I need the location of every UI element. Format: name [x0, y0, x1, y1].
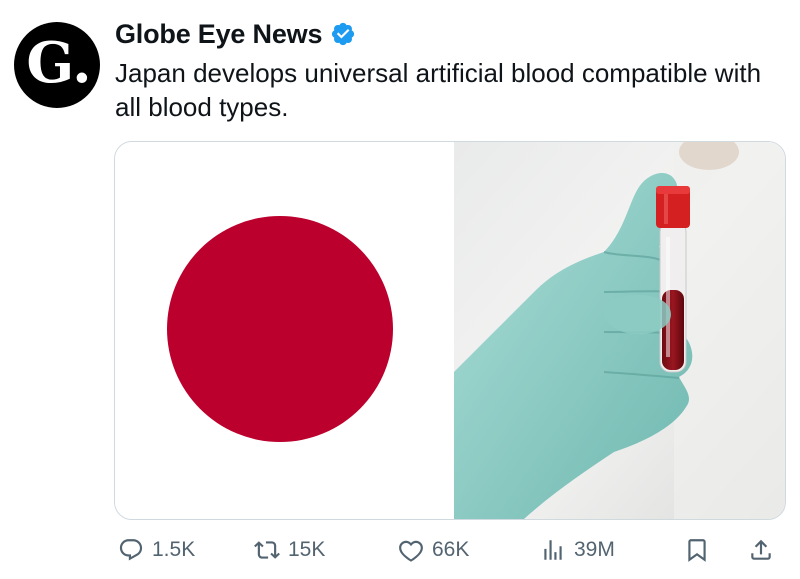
flag-red-circle: [167, 216, 393, 442]
share-icon: [751, 539, 771, 560]
post-text: Japan develops universal artificial bloo…: [115, 58, 762, 122]
bookmark-button[interactable]: [684, 532, 710, 568]
views-count: 39M: [574, 538, 615, 561]
like-button[interactable]: 66K: [398, 532, 469, 568]
name-row: Globe Eye News: [115, 16, 780, 52]
japan-flag-image[interactable]: [115, 142, 454, 519]
reply-button[interactable]: 1.5K: [118, 532, 195, 568]
repost-button[interactable]: 15K: [254, 532, 325, 568]
post-header: Globe Eye News Japan develops universal …: [115, 16, 780, 124]
reply-count: 1.5K: [152, 538, 196, 561]
post-actions: 1.5K 15K 66K 39M: [114, 532, 784, 568]
blood-tube-photo[interactable]: [454, 142, 785, 519]
repost-count: 15K: [288, 538, 326, 561]
views-chart-icon: [544, 540, 562, 560]
post-media[interactable]: [114, 141, 786, 520]
account-avatar[interactable]: G.: [14, 22, 100, 108]
views-button[interactable]: 39M: [540, 532, 615, 568]
verified-badge-icon: [330, 21, 356, 47]
repost-icon: [254, 541, 280, 559]
gloved-hand-illustration: [454, 142, 785, 519]
heart-icon: [399, 540, 423, 562]
share-button[interactable]: [748, 532, 774, 568]
avatar-letter: G.: [26, 30, 92, 96]
reply-icon: [119, 539, 143, 561]
like-count: 66K: [432, 538, 470, 561]
bookmark-icon: [688, 539, 706, 562]
account-name[interactable]: Globe Eye News: [115, 19, 322, 50]
